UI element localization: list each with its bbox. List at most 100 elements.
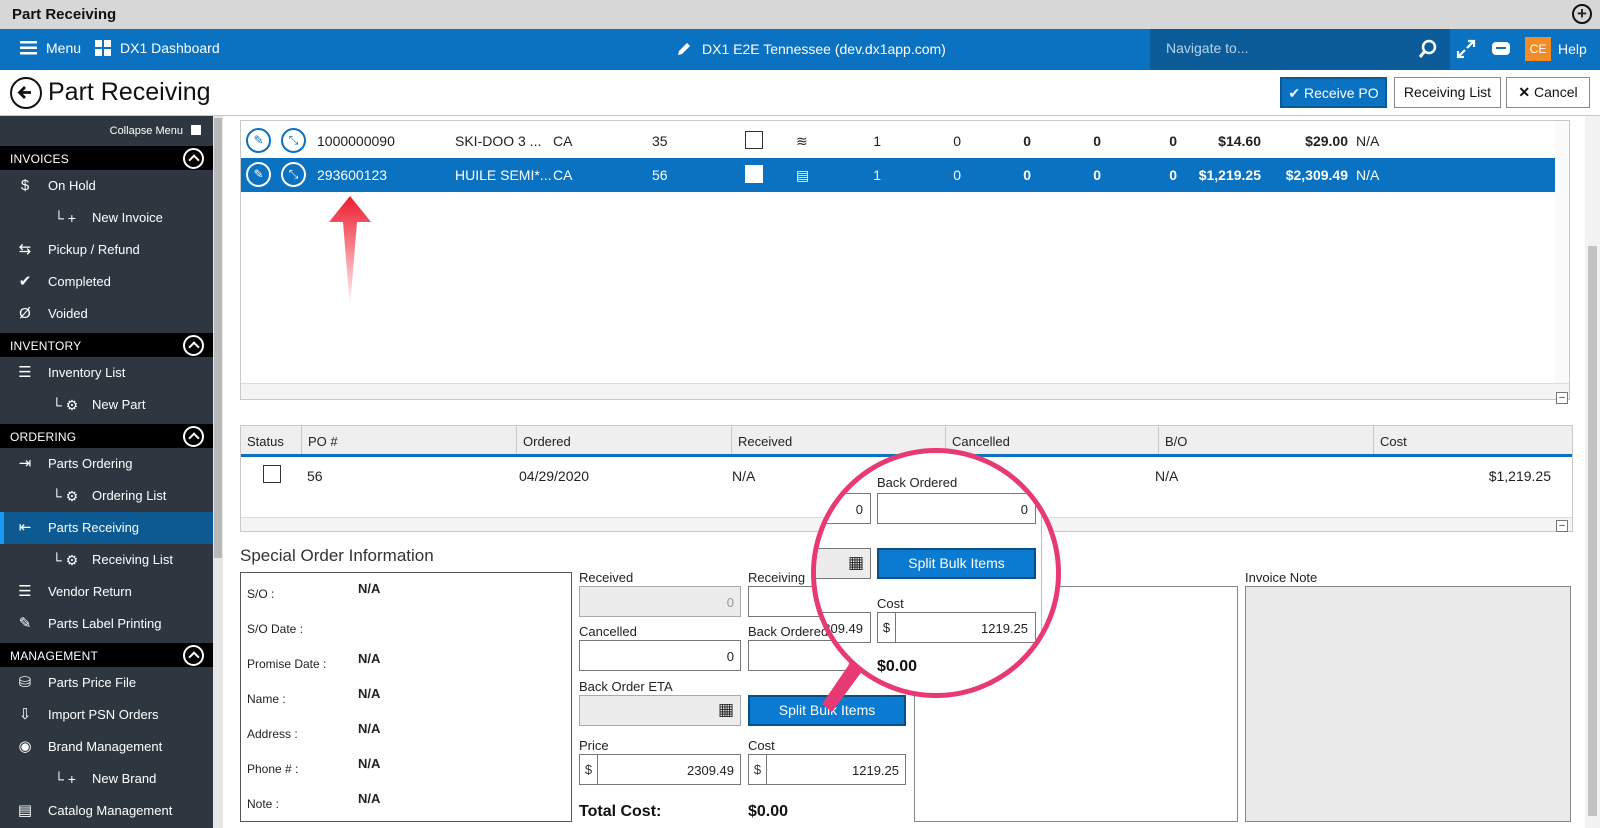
back-button[interactable] xyxy=(10,77,42,109)
chevron-up-icon[interactable] xyxy=(183,335,204,356)
row-checkbox[interactable] xyxy=(263,465,281,483)
receiving-list-button[interactable]: Receiving List xyxy=(1394,77,1501,108)
collapse-arrows-icon[interactable]: ⤡ xyxy=(281,162,306,187)
field-label: Phone # : xyxy=(247,762,299,776)
sidebar-scrollbar-thumb[interactable] xyxy=(214,118,222,558)
sidebar-item-ordering-list[interactable]: └ ⚙ Ordering List xyxy=(0,480,213,512)
collapse-menu-button[interactable]: Collapse Menu xyxy=(0,116,213,146)
price-value: $29.00 xyxy=(1305,133,1348,149)
edit-icon[interactable]: ✎ xyxy=(246,162,271,187)
table-row[interactable]: ✎ ⤡ 1000000090 SKI-DOO 3 ... CA 35 ≋ 1 0… xyxy=(241,124,1557,158)
sidebar-item-inventory-list[interactable]: ☰ Inventory List xyxy=(0,357,213,389)
receive-icon: ⇤ xyxy=(18,519,32,536)
sidebar-item-completed[interactable]: ✔ Completed xyxy=(0,266,213,298)
sidebar-item-label: Import PSN Orders xyxy=(48,707,159,722)
field-value: N/A xyxy=(358,791,381,806)
sidebar-item-voided[interactable]: Ø Voided xyxy=(0,298,213,330)
minimize-icon[interactable]: – xyxy=(1556,520,1568,532)
zoom-cost-field: $ 1219.25 xyxy=(877,612,1036,643)
sidebar-item-import-psn-orders[interactable]: ⇩ Import PSN Orders xyxy=(0,699,213,731)
cost-field[interactable]: $ 1219.25 xyxy=(748,754,906,785)
chevron-up-icon[interactable] xyxy=(183,645,204,666)
price-label: Price xyxy=(579,738,609,753)
column-header[interactable]: B/O xyxy=(1159,426,1374,454)
sidebar-item-vendor-return[interactable]: ☰ Vendor Return xyxy=(0,576,213,608)
edit-icon[interactable]: ✎ xyxy=(246,128,271,153)
sidebar-item-pickup-refund[interactable]: ⇆ Pickup / Refund xyxy=(0,234,213,266)
parts-grid-horizontal-scrollbar[interactable] xyxy=(241,383,1569,399)
table-row-selected[interactable]: ✎ ⤡ 293600123 HUILE SEMI*... CA 56 ▤ 1 0… xyxy=(241,158,1557,192)
row-checkbox[interactable] xyxy=(745,165,763,183)
price-value: 2309.49 xyxy=(687,763,734,778)
section-title: INVENTORY xyxy=(10,339,82,353)
list-icon: ☰ xyxy=(18,364,32,381)
sidebar-scrollbar[interactable] xyxy=(213,116,223,828)
cost-value: 1219.25 xyxy=(852,763,899,778)
sidebar-item-label: Catalog Management xyxy=(48,803,173,818)
fullscreen-icon[interactable] xyxy=(1456,39,1476,59)
plus-icon: └ + xyxy=(54,210,76,226)
calendar-icon[interactable]: ▦ xyxy=(718,700,734,720)
gear-icon: └ ⚙ xyxy=(51,488,79,504)
user-avatar[interactable]: CE xyxy=(1525,37,1551,61)
field-label: Promise Date : xyxy=(247,657,327,671)
minimize-icon[interactable]: – xyxy=(1556,392,1568,404)
section-title: MANAGEMENT xyxy=(10,649,99,663)
invoice-note-field[interactable] xyxy=(1245,586,1571,822)
cell-value: 0 xyxy=(953,167,961,183)
section-invoices[interactable]: INVOICES xyxy=(0,146,213,170)
status-value: N/A xyxy=(1356,167,1380,183)
collapse-arrows-icon[interactable]: ⤡ xyxy=(281,128,306,153)
column-header[interactable]: Status xyxy=(241,426,302,454)
sidebar-item-parts-label-printing[interactable]: ✎ Parts Label Printing xyxy=(0,608,213,640)
store-selector[interactable]: DX1 E2E Tennessee (dev.dx1app.com) xyxy=(676,41,946,57)
parts-grid-vertical-scrollbar[interactable] xyxy=(1555,121,1569,384)
menu-button[interactable]: Menu xyxy=(20,40,81,56)
sidebar-item-brand-management[interactable]: ◉ Brand Management xyxy=(0,731,213,763)
sidebar-item-new-brand[interactable]: └ + New Brand xyxy=(0,763,213,795)
sidebar-item-new-invoice[interactable]: └ + New Invoice xyxy=(0,202,213,234)
column-header[interactable]: Ordered xyxy=(517,426,732,454)
section-ordering[interactable]: ORDERING xyxy=(0,424,213,448)
hamburger-icon xyxy=(20,41,37,55)
check-icon: ✔ xyxy=(1288,85,1301,101)
column-header[interactable]: Cost xyxy=(1374,426,1574,454)
add-window-icon[interactable]: + xyxy=(1572,4,1592,24)
chevron-up-icon[interactable] xyxy=(183,148,204,169)
back-order-value: N/A xyxy=(1155,468,1179,484)
sidebar-item-label: Completed xyxy=(48,274,111,289)
chat-icon[interactable] xyxy=(1491,41,1511,58)
pencil-icon xyxy=(678,43,690,55)
sidebar-item-new-part[interactable]: └ ⚙ New Part xyxy=(0,389,213,421)
cancelled-field[interactable]: 0 xyxy=(579,640,741,671)
field-label: Name : xyxy=(247,692,286,706)
cost-value: $1,219.25 xyxy=(1198,167,1261,183)
sidebar-item-label: Vendor Return xyxy=(48,584,132,599)
search-icon[interactable] xyxy=(1418,39,1438,59)
row-checkbox[interactable] xyxy=(745,131,763,149)
column-header[interactable]: PO # xyxy=(302,426,517,454)
section-inventory[interactable]: INVENTORY xyxy=(0,333,213,357)
navigate-search-input[interactable] xyxy=(1166,40,1406,56)
document-icon: ▤ xyxy=(796,167,810,183)
sidebar-item-catalog-management[interactable]: ▤ Catalog Management xyxy=(0,795,213,827)
column-header[interactable]: Cancelled xyxy=(946,426,1159,454)
sidebar-item-parts-receiving[interactable]: ⇤ Parts Receiving xyxy=(0,512,213,544)
sidebar-item-receiving-list[interactable]: └ ⚙ Receiving List xyxy=(0,544,213,576)
sidebar-item-parts-price-file[interactable]: ⛁ Parts Price File xyxy=(0,667,213,699)
sidebar-item-on-hold[interactable]: $ On Hold xyxy=(0,170,213,202)
chevron-up-icon[interactable] xyxy=(183,426,204,447)
page-title: Part Receiving xyxy=(48,78,211,106)
price-field[interactable]: $ 2309.49 xyxy=(579,754,741,785)
dashboard-link[interactable]: DX1 Dashboard xyxy=(95,40,220,56)
import-icon: ⇩ xyxy=(18,706,32,723)
page-scrollbar[interactable] xyxy=(1585,116,1600,828)
receive-po-button[interactable]: ✔ Receive PO xyxy=(1280,77,1387,108)
sidebar-item-parts-ordering[interactable]: ⇥ Parts Ordering xyxy=(0,448,213,480)
zoom-cost-value: 1219.25 xyxy=(981,621,1028,636)
page-scrollbar-thumb[interactable] xyxy=(1588,246,1597,816)
cancel-button[interactable]: ✕ Cancel xyxy=(1506,77,1590,108)
section-management[interactable]: MANAGEMENT xyxy=(0,643,213,667)
help-link[interactable]: Help xyxy=(1558,41,1587,57)
refund-icon: ⇆ xyxy=(18,241,32,258)
